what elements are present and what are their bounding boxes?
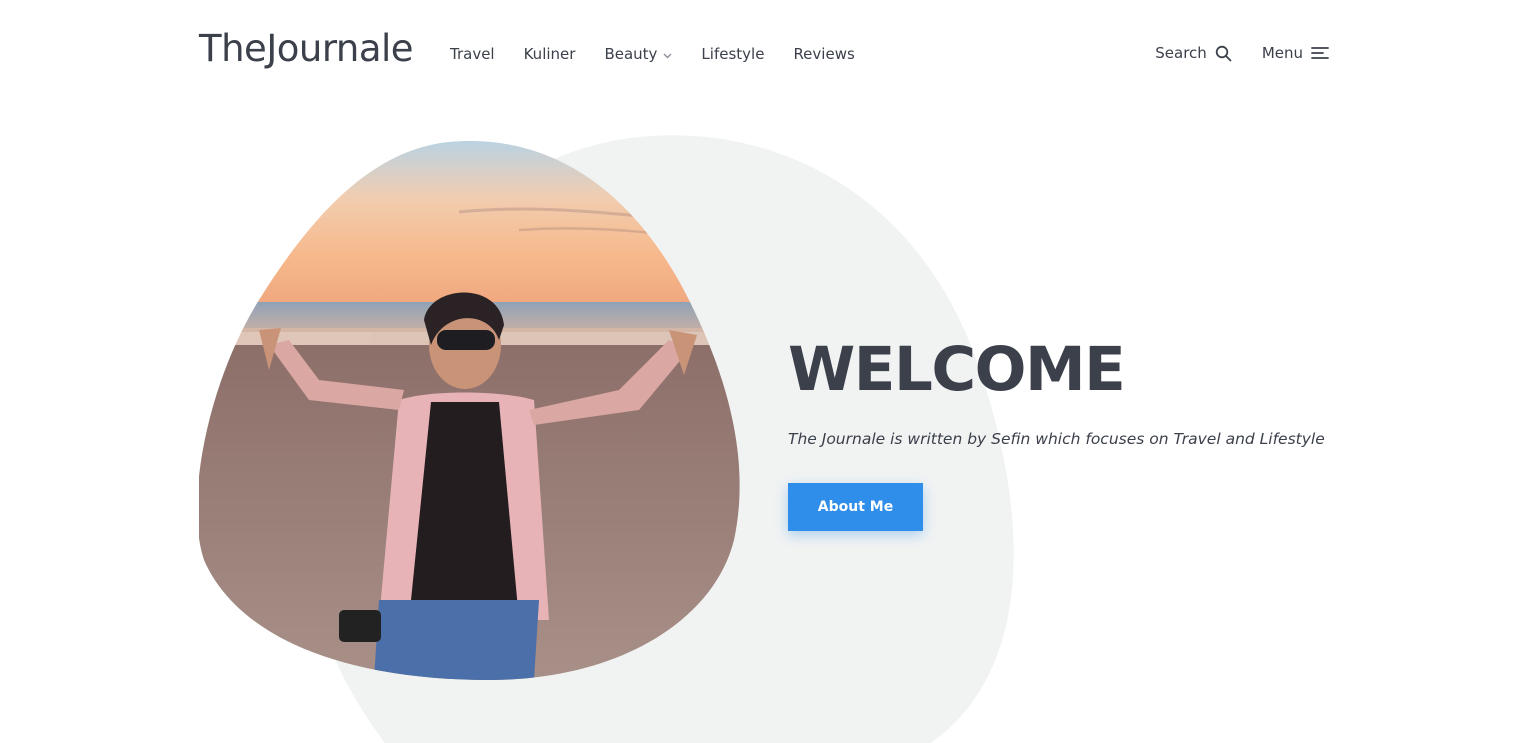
site-logo[interactable]: TheJournale	[199, 30, 414, 67]
nav-item-beauty[interactable]: Beauty	[604, 45, 672, 63]
search-label: Search	[1155, 44, 1207, 62]
about-me-button[interactable]: About Me	[788, 483, 923, 531]
nav-item-travel[interactable]: Travel	[450, 45, 495, 63]
nav-item-label: Reviews	[793, 45, 855, 63]
nav-item-label: Kuliner	[523, 45, 576, 63]
header-actions: Search Menu	[1155, 44, 1329, 62]
site-header: TheJournale Travel Kuliner Beauty Lifest…	[0, 0, 1527, 112]
hero-photo	[199, 140, 741, 682]
page: TheJournale Travel Kuliner Beauty Lifest…	[0, 0, 1527, 743]
nav-item-label: Lifestyle	[701, 45, 765, 63]
hero-text: WELCOME The Journale is written by Sefin…	[788, 334, 1348, 449]
nav-item-label: Travel	[450, 45, 495, 63]
nav-item-label: Beauty	[604, 45, 658, 63]
nav-item-kuliner[interactable]: Kuliner	[524, 45, 576, 63]
hero-title: WELCOME	[788, 334, 1126, 405]
nav-item-lifestyle[interactable]: Lifestyle	[701, 45, 764, 63]
search-button[interactable]: Search	[1155, 44, 1232, 62]
chevron-down-icon	[663, 45, 672, 63]
hamburger-icon	[1311, 46, 1329, 60]
search-icon	[1215, 45, 1232, 62]
nav-item-reviews[interactable]: Reviews	[793, 45, 854, 63]
menu-button[interactable]: Menu	[1262, 44, 1329, 62]
hero-subtitle: The Journale is written by Sefin which f…	[788, 430, 1325, 449]
main-nav: Travel Kuliner Beauty Lifestyle Reviews	[450, 45, 884, 63]
menu-label: Menu	[1261, 44, 1303, 62]
